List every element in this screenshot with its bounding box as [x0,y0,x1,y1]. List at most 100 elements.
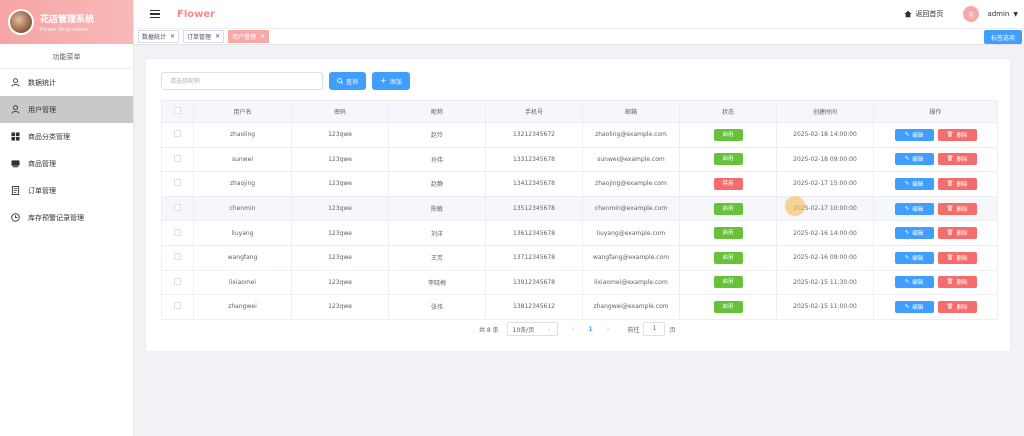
status-badge[interactable]: 启用 [713,153,743,166]
cell-actions: ✎ 编辑 🗑 删除 [873,220,998,246]
caret-down-icon[interactable]: ▼ [1013,11,1018,18]
cell-nickname: 赵静 [388,171,486,197]
delete-button[interactable]: 🗑 删除 [937,227,977,240]
cell-status: 启用 [679,122,777,148]
cell-username: lixiaomei [193,269,292,296]
tab-orders[interactable]: 订单管理 ✕ [183,30,225,43]
cell-phone: 13212345672 [485,122,583,148]
tab-stats[interactable]: 数据统计 ✕ [138,30,180,43]
cell-username: zhangwei [193,294,292,320]
tags-bar: 数据统计 ✕ 订单管理 ✕ 用户管理 ✕ 标签选项 [134,28,1024,45]
row-checkbox[interactable] [174,204,181,212]
column-header: 操作 [873,100,998,123]
close-icon[interactable]: ✕ [170,33,175,40]
edit-button-label: 编辑 [912,280,924,287]
delete-button[interactable]: 🗑 删除 [937,153,977,166]
table-row: wangfang 123qwe 王芳 13712345678 wangfang@exam… [161,244,998,271]
close-icon[interactable]: ✕ [260,33,265,40]
page-number-current[interactable]: 1 [588,326,592,333]
delete-button[interactable]: 🗑 删除 [937,276,977,289]
status-badge[interactable]: 启用 [713,276,743,289]
delete-button[interactable]: 🗑 删除 [937,251,977,264]
delete-button[interactable]: 🗑 删除 [937,300,977,313]
goto-label: 前往 [627,326,640,334]
row-checkbox[interactable] [174,277,181,285]
edit-button[interactable]: ✎ 编辑 [894,202,934,215]
search-input[interactable] [161,72,323,90]
delete-button[interactable]: 🗑 删除 [937,202,977,215]
page-jump-input[interactable]: 1 [643,322,666,336]
menu-toggle-icon[interactable] [150,8,160,21]
sidebar-item-users[interactable]: 用户管理 [0,96,133,123]
cell-actions: ✎ 编辑 🗑 删除 [873,171,998,197]
delete-button-label: 删除 [956,231,968,238]
row-checkbox[interactable] [174,130,181,138]
prev-page-icon[interactable]: ‹ [572,325,575,333]
edit-button-label: 编辑 [912,132,924,139]
sidebar-item-stats[interactable]: 数据统计 [0,69,133,96]
delete-button-label: 删除 [956,280,968,287]
status-badge[interactable]: 禁用 [713,177,743,190]
next-page-icon[interactable]: › [607,325,610,333]
trash-icon: 🗑 [946,279,954,286]
avatar[interactable]: 花 [963,6,980,22]
sidebar-item-label: 商品管理 [28,159,56,168]
sidebar-item-category[interactable]: 商品分类管理 [0,123,133,150]
edit-icon: ✎ [904,254,910,261]
select-all-checkbox[interactable] [174,107,181,114]
cell-status: 启用 [679,244,777,271]
edit-button[interactable]: ✎ 编辑 [894,153,934,166]
logo-bar: 花店管理系统 Flower Shop Admin [0,0,133,44]
edit-button-label: 编辑 [912,157,924,164]
category-icon [10,132,20,142]
user-name[interactable]: admin [987,10,1009,18]
tab-label: 用户管理 [232,34,257,41]
page-size-select[interactable]: 10条/页 ⌄ [506,322,558,336]
cell-email: zhaoling@example.com [582,122,680,148]
goods-icon [10,159,20,169]
row-checkbox[interactable] [174,154,181,162]
edit-icon: ✎ [904,230,910,237]
page-unit-label: 页 [669,326,676,334]
sidebar-item-stock-alert[interactable]: 库存预警记录管理 [0,204,133,231]
cell-password: 123qwe [291,220,389,246]
app-subtitle: Flower Shop Admin [40,26,89,33]
status-badge[interactable]: 启用 [713,227,743,240]
tag-options-button[interactable]: 标签选项 [983,30,1022,44]
status-badge[interactable]: 启用 [713,202,743,215]
cell-actions: ✎ 编辑 🗑 删除 [873,244,998,271]
user-management-card: 查询 + 添加 用户名 密码 昵称 手机号 邮箱 状态 创建时间 [145,58,1011,352]
delete-button-label: 删除 [956,181,968,188]
row-checkbox[interactable] [174,253,181,261]
sidebar-item-orders[interactable]: 订单管理 [0,177,133,204]
table-row: sunwei 123qwe 孙伟 13312345678 sunwei@example.… [161,146,998,173]
edit-button[interactable]: ✎ 编辑 [894,177,934,190]
home-link[interactable]: 返回首页 [904,9,943,19]
edit-button[interactable]: ✎ 编辑 [894,251,934,264]
delete-button[interactable]: 🗑 删除 [937,128,977,141]
cell-status: 启用 [679,195,777,222]
edit-button[interactable]: ✎ 编辑 [894,276,934,289]
order-icon [10,186,20,196]
edit-button-label: 编辑 [912,231,924,238]
edit-button[interactable]: ✎ 编辑 [894,300,934,313]
sidebar-item-goods[interactable]: 商品管理 [0,150,133,177]
add-button[interactable]: + 添加 [372,72,410,90]
status-badge[interactable]: 启用 [713,128,743,141]
row-select-cell [161,171,194,197]
edit-button[interactable]: ✎ 编辑 [894,227,934,240]
query-button[interactable]: 查询 [329,72,367,90]
edit-button[interactable]: ✎ 编辑 [894,128,934,141]
status-badge[interactable]: 启用 [713,300,743,313]
user-icon [10,105,20,115]
row-checkbox[interactable] [174,228,181,236]
delete-button[interactable]: 🗑 删除 [937,177,977,190]
mouse-cursor-highlight [785,196,805,216]
status-badge[interactable]: 启用 [713,251,743,264]
close-icon[interactable]: ✕ [215,33,220,40]
tab-users[interactable]: 用户管理 ✕ [228,30,270,43]
row-checkbox[interactable] [174,179,181,187]
row-checkbox[interactable] [174,302,181,310]
cell-password: 123qwe [291,146,389,173]
pagination: 共 8 条 10条/页 ⌄ ‹ 1 › 前往 1 页 [479,322,675,336]
